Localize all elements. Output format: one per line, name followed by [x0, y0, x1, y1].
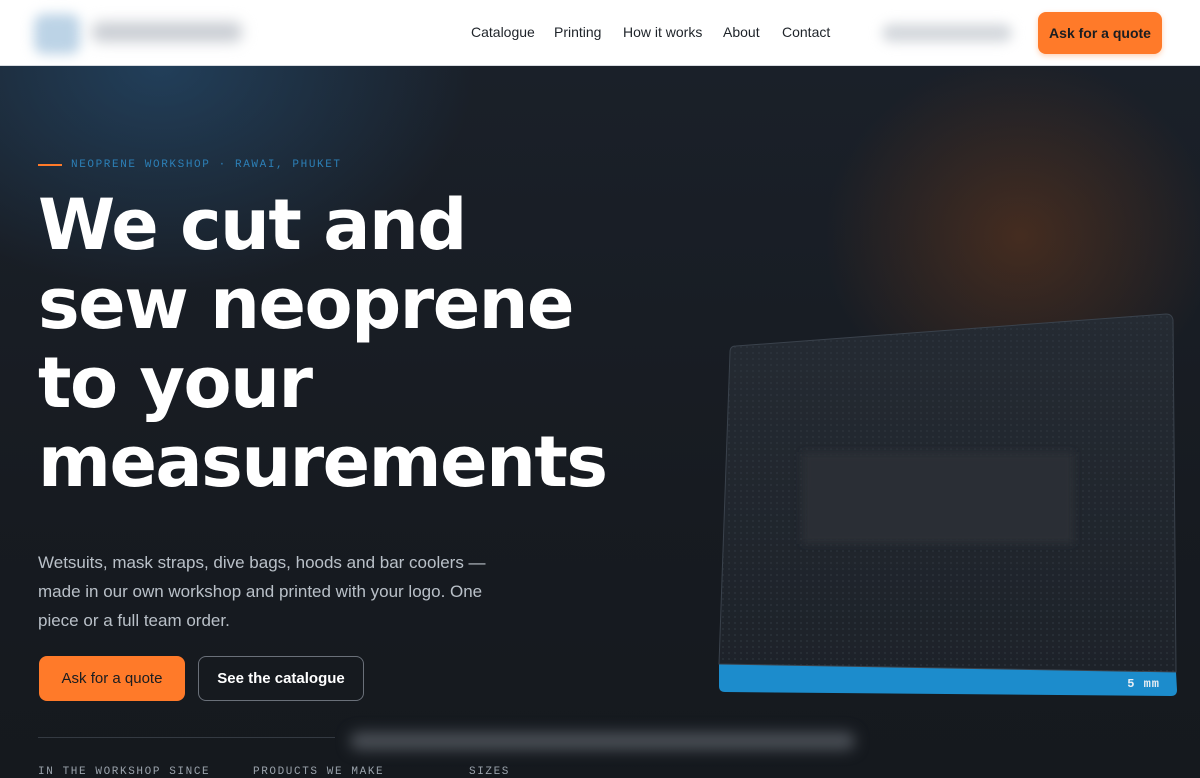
logo-wordmark	[92, 22, 242, 42]
stat-since-label: IN THE WORKSHOP SINCE	[38, 766, 211, 778]
eyebrow-dash	[38, 164, 62, 166]
stat-sizes-label: SIZES	[469, 766, 511, 778]
nav-contact[interactable]: Contact	[782, 24, 830, 40]
thickness-label: 5 mm	[1127, 677, 1160, 691]
stats-divider	[38, 737, 335, 738]
blurred-caption	[350, 732, 855, 750]
nav-printing[interactable]: Printing	[554, 24, 601, 40]
nav-catalogue[interactable]: Catalogue	[471, 24, 535, 40]
hero-quote-button[interactable]: Ask for a quote	[39, 656, 185, 701]
hero-lead: Wetsuits, mask straps, dive bags, hoods …	[38, 553, 486, 630]
headline-line-4: measurements	[38, 421, 608, 503]
logo-mark-icon	[34, 14, 80, 54]
see-catalogue-button[interactable]: See the catalogue	[198, 656, 364, 701]
sample-print-area	[802, 452, 1074, 544]
hero-section: NEOPRENE WORKSHOP · RAWAI, PHUKET We cut…	[0, 66, 1200, 778]
neoprene-sample-illustration: 5 mm	[718, 313, 1177, 696]
header-quote-button[interactable]: Ask for a quote	[1038, 12, 1162, 54]
nav-about[interactable]: About	[723, 24, 760, 40]
site-header: Catalogue Printing How it works About Co…	[0, 0, 1200, 66]
headline-line-2: sew neoprene	[38, 263, 575, 345]
eyebrow-text: NEOPRENE WORKSHOP · RAWAI, PHUKET	[71, 159, 342, 171]
hero-eyebrow: NEOPRENE WORKSHOP · RAWAI, PHUKET	[38, 159, 342, 171]
logo[interactable]	[30, 8, 255, 58]
header-contact-link[interactable]	[862, 12, 1027, 54]
stat-products-label: PRODUCTS WE MAKE	[253, 766, 385, 778]
headline-line-3: to your	[38, 342, 313, 424]
headline-line-1: We cut and	[38, 184, 467, 266]
hero-headline: We cut and sew neoprene to your measurem…	[38, 186, 738, 502]
nav-how-it-works[interactable]: How it works	[623, 24, 702, 40]
